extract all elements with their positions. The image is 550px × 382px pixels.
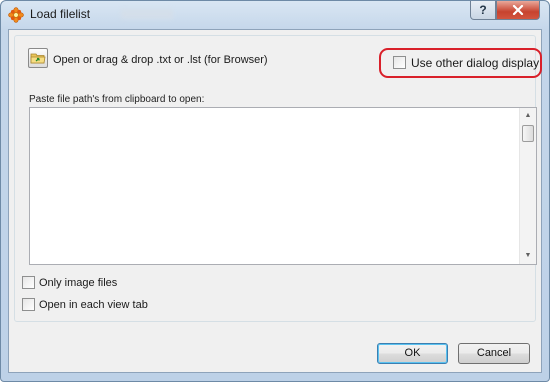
scroll-up-icon[interactable]: ▲ (520, 108, 536, 124)
help-button[interactable]: ? (470, 1, 496, 20)
only-image-files-checkbox[interactable] (22, 276, 35, 289)
open-drag-drop-label: Open or drag & drop .txt or .lst (for Br… (53, 54, 268, 66)
textarea-scrollbar[interactable]: ▲ ▼ (519, 108, 536, 264)
file-paths-textarea[interactable]: ▲ ▼ (29, 107, 537, 265)
use-other-dialog-label[interactable]: Use other dialog display (411, 56, 539, 70)
open-in-each-view-tab-label[interactable]: Open in each view tab (39, 299, 148, 311)
close-icon (512, 5, 524, 15)
ok-button[interactable]: OK (377, 343, 448, 364)
open-folder-icon (30, 53, 46, 64)
scroll-down-icon[interactable]: ▼ (520, 248, 536, 264)
window-title: Load filelist (30, 7, 91, 21)
cancel-button[interactable]: Cancel (458, 343, 530, 364)
open-file-button[interactable] (28, 48, 48, 68)
options-group: Open or drag & drop .txt or .lst (for Br… (14, 35, 542, 322)
blurred-text (121, 9, 173, 19)
xnview-flower-icon (8, 7, 24, 23)
dialog-client-area: Open or drag & drop .txt or .lst (for Br… (8, 29, 542, 373)
close-button[interactable] (496, 1, 540, 20)
paste-paths-label: Paste file path's from clipboard to open… (29, 94, 205, 105)
open-in-each-view-tab-checkbox[interactable] (22, 298, 35, 311)
use-other-dialog-checkbox[interactable] (393, 56, 406, 69)
only-image-files-label[interactable]: Only image files (39, 277, 117, 289)
title-bar[interactable]: Load filelist ? (1, 1, 549, 28)
load-filelist-dialog: Load filelist ? Open or drag & drop .txt… (0, 0, 550, 382)
scroll-thumb[interactable] (522, 125, 534, 142)
